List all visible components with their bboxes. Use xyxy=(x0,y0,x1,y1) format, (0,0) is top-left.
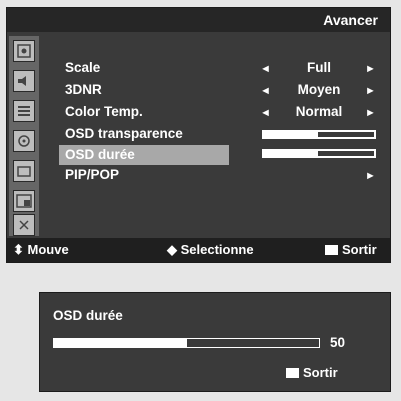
sound-icon[interactable] xyxy=(13,70,35,92)
exit-square-icon xyxy=(325,245,338,255)
bar-empty xyxy=(318,151,374,156)
left-arrow-icon[interactable]: ◄ xyxy=(260,107,271,119)
exit-icon[interactable] xyxy=(13,214,35,236)
left-arrow-icon[interactable]: ◄ xyxy=(260,85,271,97)
move-hint: ⬍ Mouve xyxy=(13,242,69,258)
menu-footer: ⬍ Mouve ◆ Selectionne Sortir xyxy=(7,238,390,262)
popup-title: OSD durée xyxy=(53,308,123,323)
osd-transparence-bar[interactable] xyxy=(262,130,376,139)
3dnr-value: Moyen xyxy=(297,82,341,97)
menu-item-3dnr[interactable]: 3DNR xyxy=(65,80,102,100)
menu-item-label: OSD durée xyxy=(65,147,135,162)
menu-item-color-temp[interactable]: Color Temp. xyxy=(65,102,143,122)
popup-value: 50 xyxy=(330,335,346,350)
menu-item-label: OSD transparence xyxy=(65,126,183,141)
popup-slider[interactable] xyxy=(53,338,320,348)
menu-icon-column xyxy=(9,36,39,236)
up-down-icon: ⬍ xyxy=(13,242,24,257)
select-label: Selectionne xyxy=(180,242,254,257)
right-arrow-icon[interactable]: ► xyxy=(365,170,376,182)
exit-square-icon xyxy=(286,368,299,378)
settings-icon[interactable] xyxy=(13,100,35,122)
picture-icon[interactable] xyxy=(13,40,35,62)
advanced-icon[interactable] xyxy=(13,130,35,152)
left-right-icon: ◆ xyxy=(167,242,177,257)
scale-value: Full xyxy=(307,60,331,75)
exit-label: Sortir xyxy=(303,365,338,380)
menu-titlebar: Avancer xyxy=(7,8,390,32)
menu-item-label: Color Temp. xyxy=(65,104,143,119)
pip-icon[interactable] xyxy=(13,190,35,212)
right-arrow-icon[interactable]: ► xyxy=(365,107,376,119)
menu-item-osd-transparence[interactable]: OSD transparence xyxy=(65,124,183,144)
menu-item-label: 3DNR xyxy=(65,82,102,97)
color-temp-value: Normal xyxy=(295,104,343,119)
menu-title: Avancer xyxy=(323,12,378,28)
right-arrow-icon[interactable]: ► xyxy=(365,63,376,75)
menu-item-label: PIP/POP xyxy=(65,167,120,182)
osd-duree-bar[interactable] xyxy=(262,149,376,158)
menu-item-osd-duree[interactable]: OSD durée xyxy=(59,145,229,165)
left-arrow-icon[interactable]: ◄ xyxy=(260,63,271,75)
menu-item-scale[interactable]: Scale xyxy=(65,58,100,78)
menu-item-pip-pop[interactable]: PIP/POP xyxy=(65,165,119,185)
popup-slider-fill xyxy=(54,339,187,347)
exit-hint[interactable]: Sortir xyxy=(325,242,377,257)
popup-exit[interactable]: Sortir xyxy=(286,365,338,380)
osd-menu: Avancer Scale ◄ Full ► 3DNR ◄ Moyen ► Co… xyxy=(6,7,391,263)
right-arrow-icon[interactable]: ► xyxy=(365,85,376,97)
select-hint: ◆ Selectionne xyxy=(167,242,254,258)
osd-duree-popup: OSD durée 50 Sortir xyxy=(39,292,391,392)
menu-item-label: Scale xyxy=(65,60,101,75)
exit-label: Sortir xyxy=(342,242,377,257)
bar-empty xyxy=(318,132,374,137)
source-icon[interactable] xyxy=(13,160,35,182)
move-label: Mouve xyxy=(27,242,69,257)
